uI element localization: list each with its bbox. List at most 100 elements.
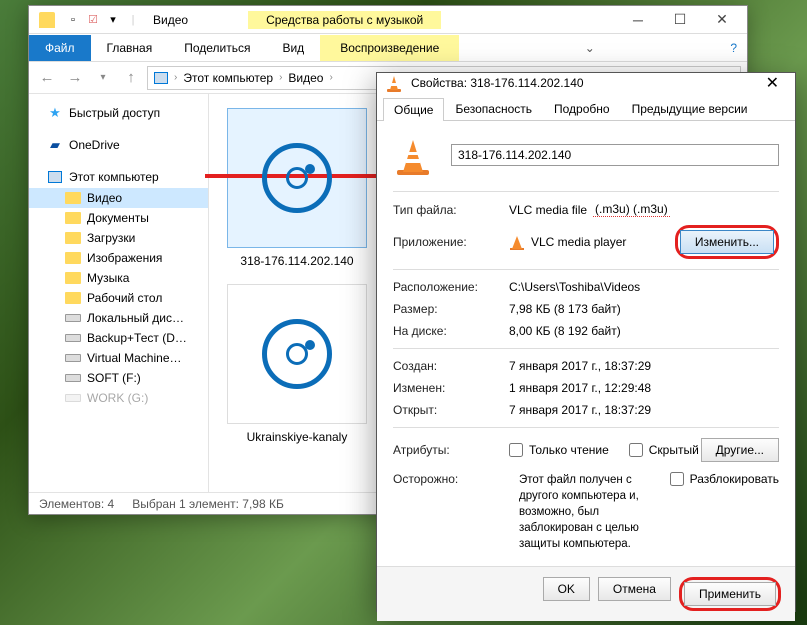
hidden-label: Скрытый xyxy=(649,443,699,457)
disk-icon xyxy=(65,374,81,382)
value-modified: 1 января 2017 г., 12:29:48 xyxy=(509,381,779,395)
separator xyxy=(393,269,779,270)
dialog-title: Свойства: 318-176.114.202.140 xyxy=(411,76,584,90)
label-filetype: Тип файла: xyxy=(393,203,509,217)
hidden-input[interactable] xyxy=(629,443,643,457)
ribbon-tab-file[interactable]: Файл xyxy=(29,35,91,61)
qat-check-icon[interactable]: ☑ xyxy=(85,12,101,28)
sidebar-documents[interactable]: Документы xyxy=(29,208,208,228)
row-size: Размер:7,98 КБ (8 173 байт) xyxy=(393,302,779,316)
change-button[interactable]: Изменить... xyxy=(680,230,774,254)
quick-access-toolbar: ▫ ☑ ▾ | xyxy=(33,12,141,28)
other-attrs-button[interactable]: Другие... xyxy=(701,438,779,462)
close-button[interactable]: ✕ xyxy=(701,7,743,33)
sidebar-label: Изображения xyxy=(87,251,162,265)
separator xyxy=(393,191,779,192)
dialog-body: Тип файла: VLC media file (.m3u) (.m3u) … xyxy=(377,121,795,566)
row-filetype: Тип файла: VLC media file (.m3u) (.m3u) xyxy=(393,202,779,217)
cancel-button[interactable]: Отмена xyxy=(598,577,671,601)
status-selection: Выбран 1 элемент: 7,98 КБ xyxy=(132,497,284,511)
window-controls: ─ ☐ ✕ xyxy=(617,7,743,33)
nav-recent-button[interactable]: ▾ xyxy=(91,66,115,90)
label-ondisk: На диске: xyxy=(393,324,509,338)
sidebar-label: Этот компьютер xyxy=(69,170,159,184)
nav-back-button[interactable]: ← xyxy=(35,66,59,90)
sidebar-label: WORK (G:) xyxy=(87,391,148,405)
separator xyxy=(393,348,779,349)
folder-icon xyxy=(65,252,81,264)
app-name-text: VLC media player xyxy=(531,235,626,249)
row-location: Расположение:C:\Users\Toshiba\Videos xyxy=(393,280,779,294)
chevron-right-icon: › xyxy=(279,72,282,83)
sidebar-backup[interactable]: Backup+Тест (D… xyxy=(29,328,208,348)
vlc-cone-icon xyxy=(385,74,403,92)
readonly-label: Только чтение xyxy=(529,443,609,457)
apply-button[interactable]: Применить xyxy=(684,582,776,606)
row-attributes: Атрибуты: Только чтение Скрытый Другие..… xyxy=(393,438,779,462)
close-button[interactable]: ✕ xyxy=(758,73,787,93)
disk-icon xyxy=(65,334,81,342)
tab-details[interactable]: Подробно xyxy=(543,97,621,120)
label-attributes: Атрибуты: xyxy=(393,443,509,457)
sidebar-label: Видео xyxy=(87,191,122,205)
readonly-input[interactable] xyxy=(509,443,523,457)
sidebar-local-disk[interactable]: Локальный дис… xyxy=(29,308,208,328)
tab-previous[interactable]: Предыдущие версии xyxy=(621,97,759,120)
readonly-checkbox[interactable]: Только чтение xyxy=(509,443,609,457)
folder-icon xyxy=(65,212,81,224)
ribbon-tab-playback[interactable]: Воспроизведение xyxy=(320,35,459,61)
nav-up-button[interactable]: ↑ xyxy=(119,66,143,90)
file-item-selected[interactable]: 318-176.114.202.140 xyxy=(217,108,377,268)
folder-icon xyxy=(65,272,81,284)
sidebar-desktop[interactable]: Рабочий стол xyxy=(29,288,208,308)
sidebar-label: Локальный дис… xyxy=(87,311,184,325)
sidebar-this-pc[interactable]: Этот компьютер xyxy=(29,166,208,188)
ribbon-tab-home[interactable]: Главная xyxy=(91,35,169,61)
disk-icon xyxy=(65,314,81,322)
sidebar-music[interactable]: Музыка xyxy=(29,268,208,288)
sidebar-work[interactable]: WORK (G:) xyxy=(29,388,208,408)
folder-icon xyxy=(39,12,55,28)
value-location: C:\Users\Toshiba\Videos xyxy=(509,280,779,294)
sidebar-label: Virtual Machine… xyxy=(87,351,182,365)
crumb-pc[interactable]: Этот компьютер xyxy=(183,71,273,85)
ribbon-tab-share[interactable]: Поделиться xyxy=(168,35,266,61)
unblock-input[interactable] xyxy=(670,472,684,486)
maximize-button[interactable]: ☐ xyxy=(659,7,701,33)
ribbon-tab-view[interactable]: Вид xyxy=(266,35,320,61)
label-created: Создан: xyxy=(393,359,509,373)
unblock-checkbox[interactable]: Разблокировать xyxy=(670,472,779,486)
pc-icon xyxy=(154,72,168,84)
sidebar-vm[interactable]: Virtual Machine… xyxy=(29,348,208,368)
hidden-checkbox[interactable]: Скрытый xyxy=(629,443,699,457)
filename-input[interactable] xyxy=(451,144,779,166)
crumb-folder[interactable]: Видео xyxy=(288,71,323,85)
sidebar-images[interactable]: Изображения xyxy=(29,248,208,268)
sidebar-downloads[interactable]: Загрузки xyxy=(29,228,208,248)
file-name: Ukrainskiye-kanaly xyxy=(217,430,377,444)
warning-text: Этот файл получен с другого компьютера и… xyxy=(519,472,660,552)
file-item[interactable]: Ukrainskiye-kanaly xyxy=(217,284,377,444)
label-location: Расположение: xyxy=(393,280,509,294)
ok-button[interactable]: OK xyxy=(543,577,590,601)
value-filetype: VLC media file (.m3u) (.m3u) xyxy=(509,202,779,217)
qat-dropdown-icon[interactable]: ▾ xyxy=(105,12,121,28)
sidebar-quick-access[interactable]: ★Быстрый доступ xyxy=(29,102,208,124)
sidebar-label: Музыка xyxy=(87,271,129,285)
tab-general[interactable]: Общие xyxy=(383,98,444,121)
ribbon-expand-icon[interactable]: ⌄ xyxy=(575,41,605,55)
ribbon-help-icon[interactable]: ? xyxy=(720,41,747,55)
qat-props-icon[interactable]: ▫ xyxy=(65,12,81,28)
tab-security[interactable]: Безопасность xyxy=(444,97,543,120)
sidebar-video[interactable]: Видео xyxy=(29,188,208,208)
cloud-icon: ▰ xyxy=(47,137,63,153)
vlc-cone-icon xyxy=(393,135,433,175)
pc-icon xyxy=(47,169,63,185)
sidebar-soft[interactable]: SOFT (F:) xyxy=(29,368,208,388)
qat-sep: | xyxy=(125,12,141,28)
nav-fwd-button[interactable]: → xyxy=(63,66,87,90)
minimize-button[interactable]: ─ xyxy=(617,7,659,33)
sidebar-onedrive[interactable]: ▰OneDrive xyxy=(29,134,208,156)
status-count: Элементов: 4 xyxy=(39,497,114,511)
media-icon xyxy=(262,319,332,389)
